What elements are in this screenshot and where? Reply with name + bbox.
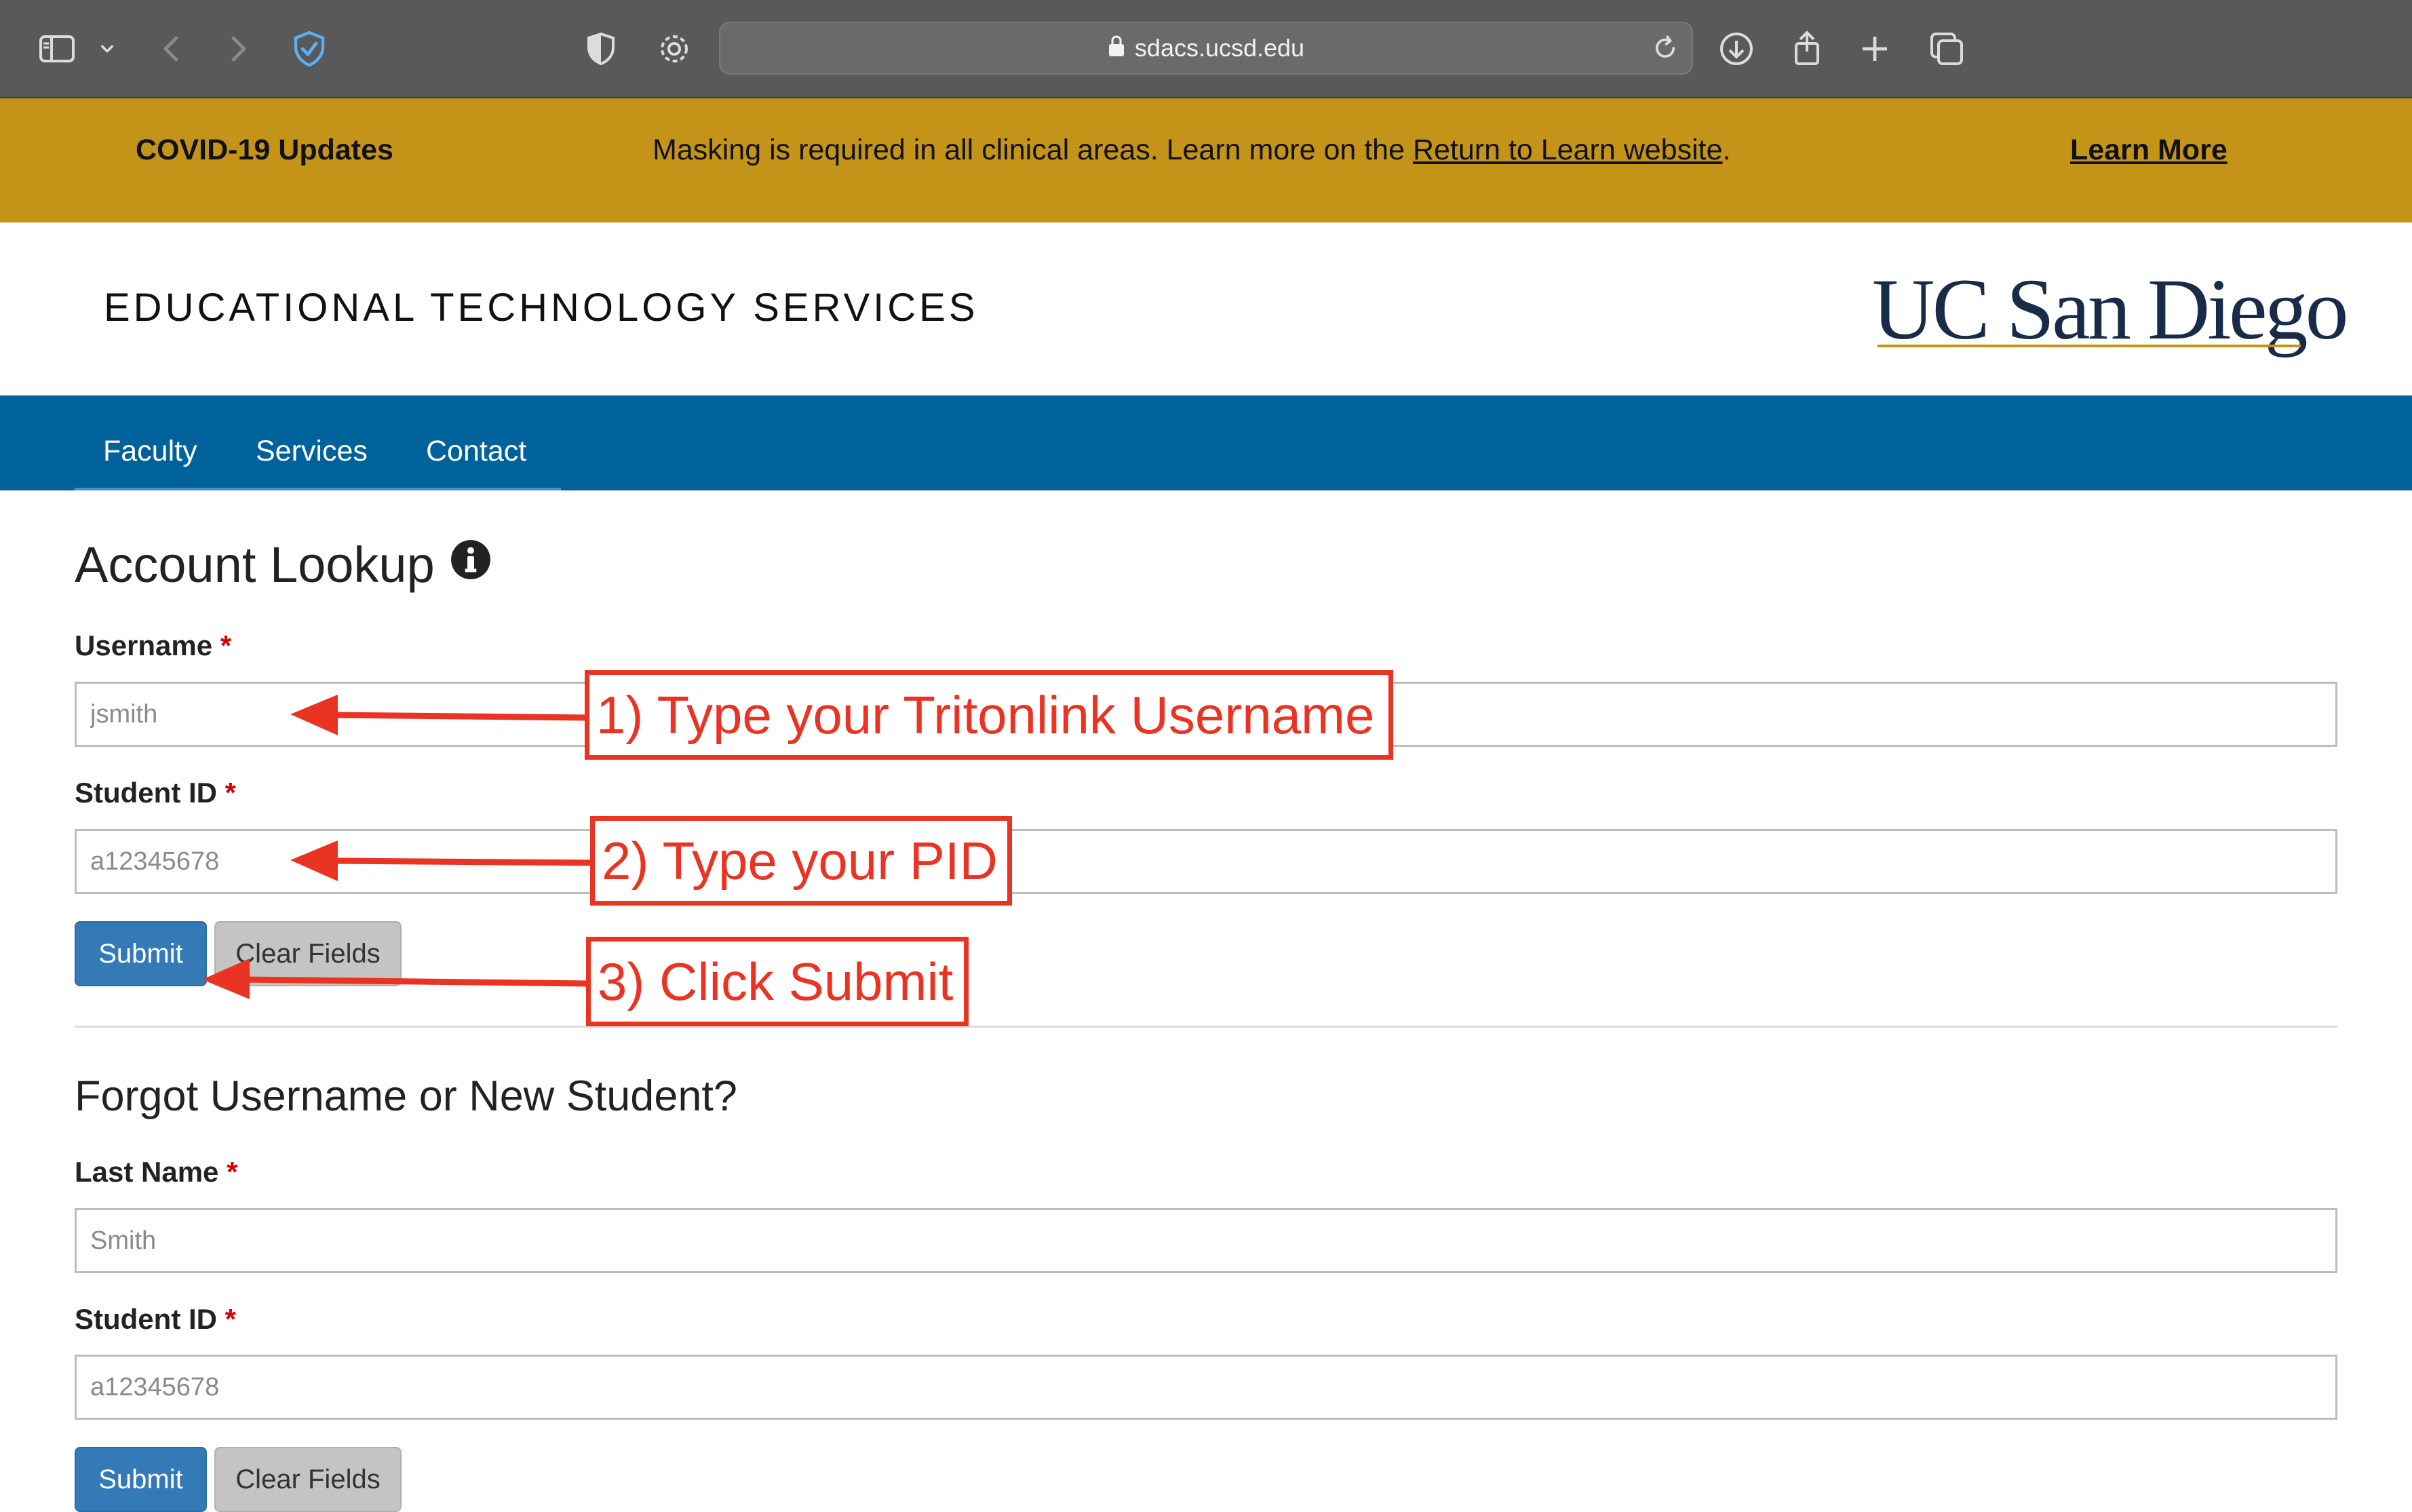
banner-message: Masking is required in all clinical area… xyxy=(653,98,1730,201)
required-asterisk: * xyxy=(220,629,232,661)
username-label-text: Username xyxy=(75,629,213,661)
url-text: sdacs.ucsd.edu xyxy=(1134,34,1305,62)
nav-item-contact[interactable]: Contact xyxy=(426,395,526,507)
account-lookup-heading: Account Lookup xyxy=(75,536,492,598)
required-asterisk: * xyxy=(225,1303,237,1335)
last-name-input[interactable] xyxy=(75,1208,2337,1273)
clear-fields-button[interactable]: Clear Fields xyxy=(214,921,402,986)
return-to-learn-link[interactable]: Return to Learn website xyxy=(1413,134,1723,166)
address-bar[interactable]: sdacs.ucsd.edu xyxy=(719,22,1693,75)
share-icon[interactable] xyxy=(1783,24,1831,73)
main-nav: Faculty Services Contact xyxy=(0,395,2412,490)
half-shield-icon[interactable] xyxy=(577,24,625,73)
submit-button[interactable]: Submit xyxy=(75,921,207,986)
new-tab-icon[interactable] xyxy=(1850,24,1899,73)
download-icon[interactable] xyxy=(1712,24,1761,73)
required-asterisk: * xyxy=(227,1156,238,1188)
forgot-student-id-input[interactable] xyxy=(75,1355,2337,1420)
nav-item-services[interactable]: Services xyxy=(256,395,368,507)
logo-underline xyxy=(1878,345,2301,347)
forgot-submit-button[interactable]: Submit xyxy=(75,1447,207,1512)
site-title[interactable]: EDUCATIONAL TECHNOLOGY SERVICES xyxy=(104,222,979,393)
forgot-student-id-label: Student ID * xyxy=(75,1303,236,1336)
covid-banner: COVID-19 Updates Masking is required in … xyxy=(0,98,2412,222)
student-id-input[interactable] xyxy=(75,829,2337,894)
student-id-label-text: Student ID xyxy=(75,777,217,809)
forward-icon[interactable] xyxy=(213,24,262,73)
tabs-overview-icon[interactable] xyxy=(1922,24,1971,73)
nav-item-faculty[interactable]: Faculty xyxy=(103,395,197,507)
last-name-label: Last Name * xyxy=(75,1156,237,1188)
required-asterisk: * xyxy=(225,777,237,809)
reload-icon[interactable] xyxy=(1650,33,1681,64)
nav-menu: Faculty Services Contact xyxy=(75,395,561,490)
section-divider xyxy=(75,1026,2337,1028)
back-icon[interactable] xyxy=(148,24,197,73)
forgot-clear-fields-button[interactable]: Clear Fields xyxy=(214,1447,402,1512)
banner-title: COVID-19 Updates xyxy=(136,134,393,166)
site-header: EDUCATIONAL TECHNOLOGY SERVICES UC San D… xyxy=(0,222,2412,395)
student-id-label: Student ID * xyxy=(75,777,236,809)
sidebar-icon[interactable] xyxy=(33,24,81,73)
last-name-label-text: Last Name xyxy=(75,1156,219,1188)
browser-toolbar: sdacs.ucsd.edu xyxy=(0,0,2412,98)
annotation-step-1: 1) Type your Tritonlink Username xyxy=(585,670,1393,760)
learn-more-link[interactable]: Learn More xyxy=(2070,98,2228,201)
annotation-step-2: 2) Type your PID xyxy=(590,816,1012,906)
chevron-down-icon[interactable] xyxy=(83,24,132,73)
info-circle-icon[interactable] xyxy=(450,535,492,592)
forgot-username-heading: Forgot Username or New Student? xyxy=(75,1072,737,1120)
banner-message-prefix: Masking is required in all clinical area… xyxy=(653,134,1413,166)
privacy-shield-icon[interactable] xyxy=(285,24,334,73)
forgot-student-id-label-text: Student ID xyxy=(75,1303,217,1335)
gear-icon[interactable] xyxy=(650,24,699,73)
account-lookup-title: Account Lookup xyxy=(75,537,435,593)
banner-message-suffix: . xyxy=(1722,134,1731,166)
annotation-step-3: 3) Click Submit xyxy=(586,937,969,1026)
ucsd-logo[interactable]: UC San Diego xyxy=(1872,262,2349,357)
lock-icon xyxy=(1108,24,1125,75)
username-label: Username * xyxy=(75,629,231,662)
